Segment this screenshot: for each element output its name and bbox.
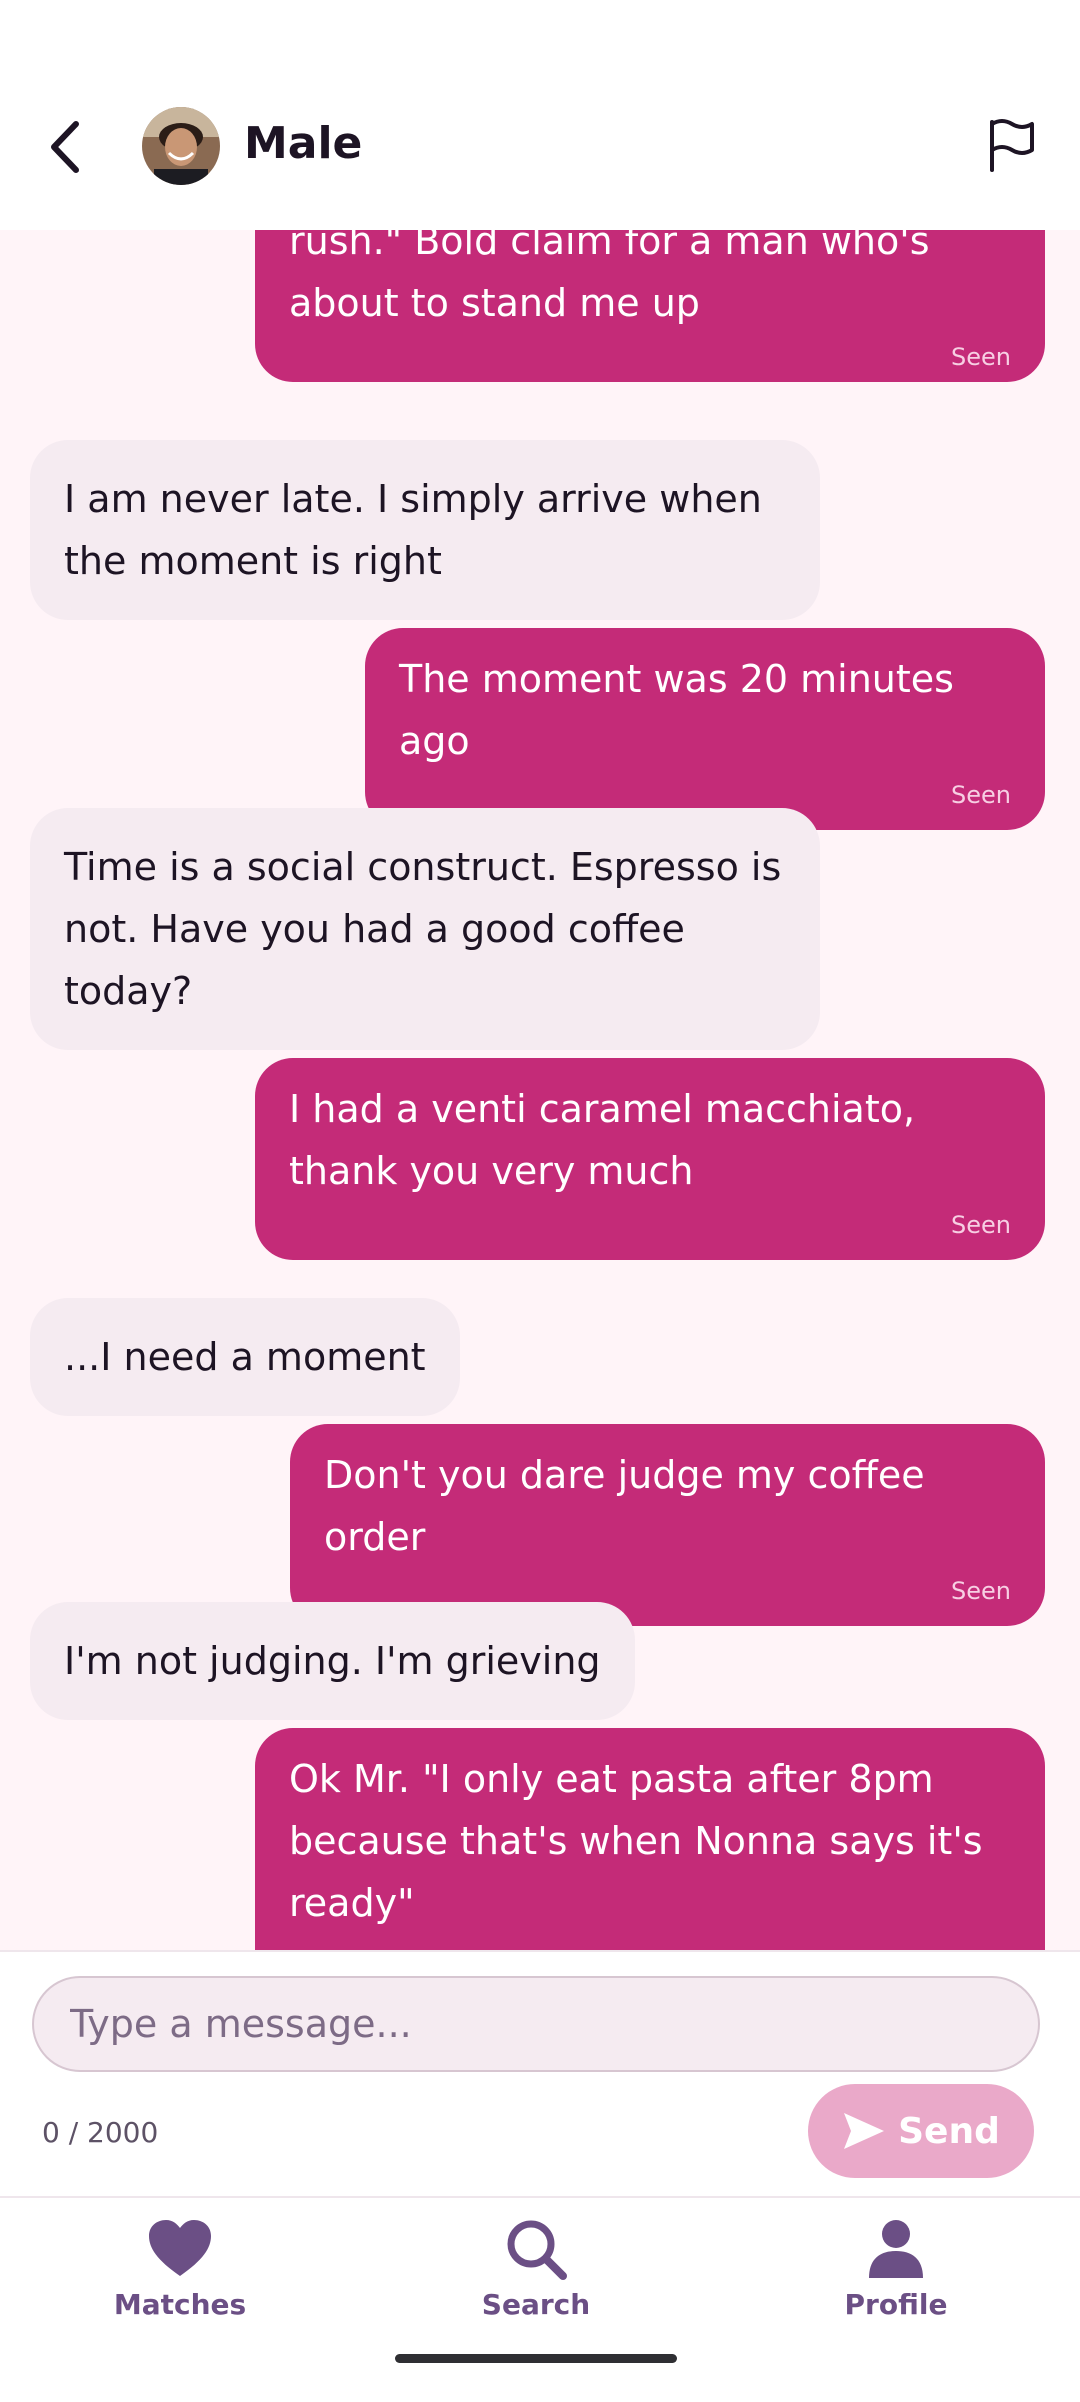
message-bubble-outgoing: The moment was 20 minutes ago Seen	[365, 628, 1045, 830]
search-icon	[507, 2220, 567, 2280]
read-receipt: Seen	[951, 781, 1011, 809]
person-icon	[869, 2220, 923, 2278]
message-text: I'm not judging. I'm grieving	[64, 1639, 601, 1683]
message-bubble-outgoing: Ok Mr. "I only eat pasta after 8pm becau…	[255, 1728, 1045, 1950]
nav-item-search[interactable]: Search	[436, 2218, 636, 2321]
chevron-left-icon	[51, 121, 79, 173]
send-button[interactable]: Send	[808, 2084, 1034, 2178]
chat-thread[interactable]: rush." Bold claim for a man who's about …	[0, 230, 1080, 1950]
message-bubble-incoming: I am never late. I simply arrive when th…	[30, 440, 820, 620]
profile-photo	[142, 107, 220, 185]
message-text: The moment was 20 minutes ago	[399, 657, 954, 763]
heart-icon	[149, 2220, 211, 2276]
message-bubble-outgoing: rush." Bold claim for a man who's about …	[255, 230, 1045, 382]
read-receipt: Seen	[951, 343, 1011, 371]
back-button[interactable]	[40, 112, 92, 182]
message-text: Don't you dare judge my coffee order	[324, 1453, 925, 1559]
message-text: I had a venti caramel macchiato, thank y…	[289, 1087, 916, 1193]
message-bubble-incoming: I'm not judging. I'm grieving	[30, 1602, 635, 1720]
nav-label-search: Search	[481, 2288, 591, 2321]
message-text: ...I need a moment	[64, 1335, 426, 1379]
nav-item-profile[interactable]: Profile	[796, 2218, 996, 2321]
send-icon	[844, 2113, 885, 2149]
message-bubble-outgoing: I had a venti caramel macchiato, thank y…	[255, 1058, 1045, 1260]
message-text: I am never late. I simply arrive when th…	[64, 477, 762, 583]
nav-item-matches[interactable]: Matches	[80, 2218, 280, 2321]
home-indicator[interactable]	[395, 2354, 677, 2363]
page-title: Male	[244, 118, 363, 169]
nav-label-matches: Matches	[113, 2288, 247, 2321]
message-text: Ok Mr. "I only eat pasta after 8pm becau…	[289, 1757, 983, 1925]
message-input[interactable]	[32, 1976, 1040, 2072]
chat-header: Male	[0, 0, 1080, 230]
character-counter: 0 / 2000	[42, 2116, 159, 2149]
send-label: Send	[898, 2110, 1000, 2152]
bottom-navigation: Matches Search Profile	[0, 2196, 1080, 2402]
report-button[interactable]	[982, 110, 1042, 180]
message-text: rush." Bold claim for a man who's about …	[289, 230, 930, 325]
avatar[interactable]	[142, 107, 220, 185]
message-bubble-outgoing: Don't you dare judge my coffee order See…	[290, 1424, 1045, 1626]
read-receipt: Seen	[951, 1211, 1011, 1239]
message-text: Time is a social construct. Espresso is …	[64, 845, 782, 1013]
message-composer: 0 / 2000 Send	[0, 1950, 1080, 2197]
flag-icon	[990, 119, 1034, 172]
message-bubble-incoming: ...I need a moment	[30, 1298, 460, 1416]
nav-label-profile: Profile	[844, 2288, 948, 2321]
message-bubble-incoming: Time is a social construct. Espresso is …	[30, 808, 820, 1050]
